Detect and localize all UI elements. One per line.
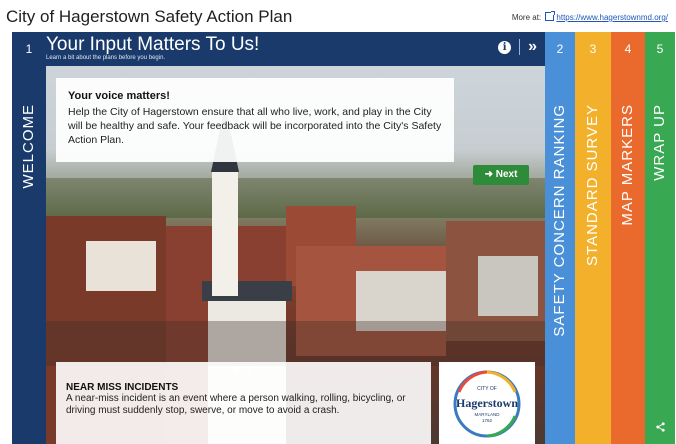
street-shadow [46,321,545,366]
tab-label: SAFETY CONCERN RANKING [551,104,568,337]
hagerstown-logo: CITY OF Hagerstown MARYLAND 1762 [439,362,535,444]
tab-number: 3 [589,42,597,56]
tab-number: 2 [556,42,564,56]
logo-name: Hagerstown [456,396,518,410]
next-button[interactable]: ➜ Next [473,165,529,185]
near-miss-title: NEAR MISS INCIDENTS [66,382,179,393]
church-steeple [212,166,238,296]
panel-title: Your Input Matters To Us! [46,34,260,55]
website-link[interactable]: https://www.hagerstownmd.org/ [556,13,668,22]
tab-wrap-up[interactable]: 5 WRAP UP [645,32,675,444]
more-at: More at: https://www.hagerstownmd.org/ [511,11,668,22]
share-icon[interactable] [656,422,665,432]
tab-number: 1 [25,42,33,56]
intro-card: Your voice matters! Help the City of Hag… [56,78,454,162]
tab-label: STANDARD SURVEY [584,104,601,266]
more-at-label: More at: [511,13,542,22]
intro-text: Help the City of Hagerstown ensure that … [68,106,442,146]
info-icon[interactable]: i [498,40,512,54]
building [478,256,538,316]
building [86,241,156,291]
header-controls: i » [498,38,537,56]
tab-label: WRAP UP [651,104,668,181]
intro-title: Your voice matters! [68,90,170,102]
tab-standard-survey[interactable]: 3 STANDARD SURVEY [575,32,611,444]
skip-forward-icon[interactable]: » [528,38,537,56]
tab-label: MAP MARKERS [619,104,636,226]
tab-welcome[interactable]: 1 WELCOME [12,32,46,444]
panel-subtitle: Learn a bit about the plans before you b… [46,55,166,61]
near-miss-card: NEAR MISS INCIDENTS A near-miss incident… [56,362,431,444]
tab-safety-concern-ranking[interactable]: 2 SAFETY CONCERN RANKING [545,32,575,444]
logo-graphic: CITY OF Hagerstown MARYLAND 1762 [453,370,521,438]
top-bar: City of Hagerstown Safety Action Plan Mo… [0,0,676,32]
logo-top: CITY OF [477,386,497,392]
tab-label: WELCOME [20,104,37,189]
welcome-panel: Your Input Matters To Us! Learn a bit ab… [46,32,545,444]
app-title: City of Hagerstown Safety Action Plan [6,7,293,26]
tab-map-markers[interactable]: 4 MAP MARKERS [611,32,645,444]
divider [519,39,521,55]
tab-number: 5 [656,42,664,56]
tab-number: 4 [624,42,632,56]
city-photo: Your voice matters! Help the City of Hag… [46,66,545,444]
logo-state: MARYLAND [475,412,501,417]
logo-year: 1762 [482,418,493,423]
external-link-icon [545,11,556,21]
near-miss-text: A near-miss incident is an event where a… [66,393,406,416]
